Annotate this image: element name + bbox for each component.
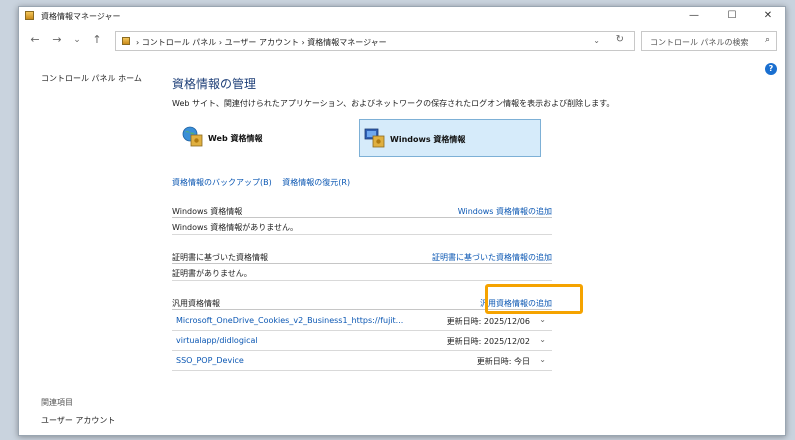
restore-credentials-link[interactable]: 資格情報の復元(R) (282, 178, 350, 187)
web-credentials-tab[interactable]: Web 資格情報 (178, 119, 328, 157)
list-item[interactable]: virtualapp/didlogical 更新日時: 2025/12/02 ⌄ (172, 331, 552, 351)
globe-safe-icon (182, 126, 203, 147)
chevron-down-icon[interactable]: ⌄ (539, 315, 546, 324)
divider (172, 280, 552, 281)
windows-credentials-section: Windows 資格情報 Windows 資格情報の追加 Windows 資格情… (172, 206, 552, 236)
section-heading: 証明書に基づいた資格情報 (172, 253, 268, 262)
backup-credentials-link[interactable]: 資格情報のバックアップ(B) (172, 178, 272, 187)
chevron-down-icon[interactable]: ⌄ (539, 335, 546, 344)
window-title: 資格情報マネージャー (41, 12, 121, 21)
close-button[interactable]: ✕ (753, 7, 783, 25)
recent-locations-chevron-icon[interactable]: ⌄ (69, 32, 85, 48)
page-title: 資格情報の管理 (172, 77, 257, 91)
control-panel-home-link[interactable]: コントロール パネル ホーム (41, 73, 142, 84)
user-accounts-link[interactable]: ユーザー アカウント (41, 415, 115, 426)
search-input[interactable]: コントロール パネルの検索 ⌕ (641, 31, 777, 51)
up-arrow-icon[interactable]: ↑ (89, 32, 105, 48)
search-placeholder: コントロール パネルの検索 (650, 38, 749, 47)
divider (172, 217, 552, 218)
credential-name[interactable]: Microsoft_OneDrive_Cookies_v2_Business1_… (176, 316, 403, 325)
divider (172, 234, 552, 235)
address-dropdown-icon[interactable]: ⌄ (593, 36, 600, 45)
related-heading: 関連項目 (41, 398, 73, 407)
section-heading: 汎用資格情報 (172, 299, 220, 308)
breadcrumb[interactable]: › コントロール パネル › ユーザー アカウント › 資格情報マネージャー (136, 37, 387, 48)
forward-arrow-icon[interactable]: → (49, 32, 65, 48)
highlight-box (485, 284, 583, 314)
empty-message: 証明書がありません。 (172, 269, 252, 278)
credential-name[interactable]: SSO_POP_Device (176, 356, 244, 365)
add-windows-credential-link[interactable]: Windows 資格情報の追加 (458, 206, 552, 217)
backup-restore-links: 資格情報のバックアップ(B) 資格情報の復元(R) (172, 177, 358, 188)
navigation-bar: ← → ⌄ ↑ › コントロール パネル › ユーザー アカウント › 資格情報… (19, 29, 785, 53)
computer-safe-icon (364, 128, 385, 148)
credential-name[interactable]: virtualapp/didlogical (176, 336, 258, 345)
app-icon (25, 11, 34, 20)
title-bar: 資格情報マネージャー — ☐ ✕ (19, 7, 785, 25)
minimize-button[interactable]: — (679, 7, 709, 25)
credential-date: 更新日時: 2025/12/06 (446, 317, 530, 326)
sidebar: コントロール パネル ホーム 関連項目 ユーザー アカウント (19, 55, 159, 435)
credential-date: 更新日時: 今日 (476, 357, 530, 366)
page-description: Web サイト、関連付けられたアプリケーション、およびネットワークの保存されたロ… (172, 99, 615, 108)
divider (172, 263, 552, 264)
search-icon[interactable]: ⌕ (765, 35, 770, 45)
add-certificate-credential-link[interactable]: 証明書に基づいた資格情報の追加 (432, 252, 552, 263)
address-bar[interactable]: › コントロール パネル › ユーザー アカウント › 資格情報マネージャー ⌄… (115, 31, 635, 51)
credential-date: 更新日時: 2025/12/02 (446, 337, 530, 346)
maximize-button[interactable]: ☐ (717, 7, 747, 25)
control-panel-icon (122, 37, 130, 45)
windows-credentials-label: Windows 資格情報 (390, 135, 466, 144)
chevron-down-icon[interactable]: ⌄ (539, 355, 546, 364)
refresh-icon[interactable]: ↻ (616, 34, 624, 45)
section-heading: Windows 資格情報 (172, 207, 243, 216)
empty-message: Windows 資格情報がありません。 (172, 223, 299, 232)
windows-credentials-tab[interactable]: Windows 資格情報 (359, 119, 541, 157)
web-credentials-label: Web 資格情報 (208, 134, 263, 143)
list-item[interactable]: Microsoft_OneDrive_Cookies_v2_Business1_… (172, 311, 552, 331)
back-arrow-icon[interactable]: ← (27, 32, 43, 48)
main-content: 資格情報の管理 Web サイト、関連付けられたアプリケーション、およびネットワー… (172, 55, 772, 435)
certificate-credentials-section: 証明書に基づいた資格情報 証明書に基づいた資格情報の追加 証明書がありません。 (172, 252, 552, 282)
credential-manager-window: 資格情報マネージャー — ☐ ✕ ← → ⌄ ↑ › コントロール パネル › … (18, 6, 786, 436)
list-item[interactable]: SSO_POP_Device 更新日時: 今日 ⌄ (172, 351, 552, 371)
